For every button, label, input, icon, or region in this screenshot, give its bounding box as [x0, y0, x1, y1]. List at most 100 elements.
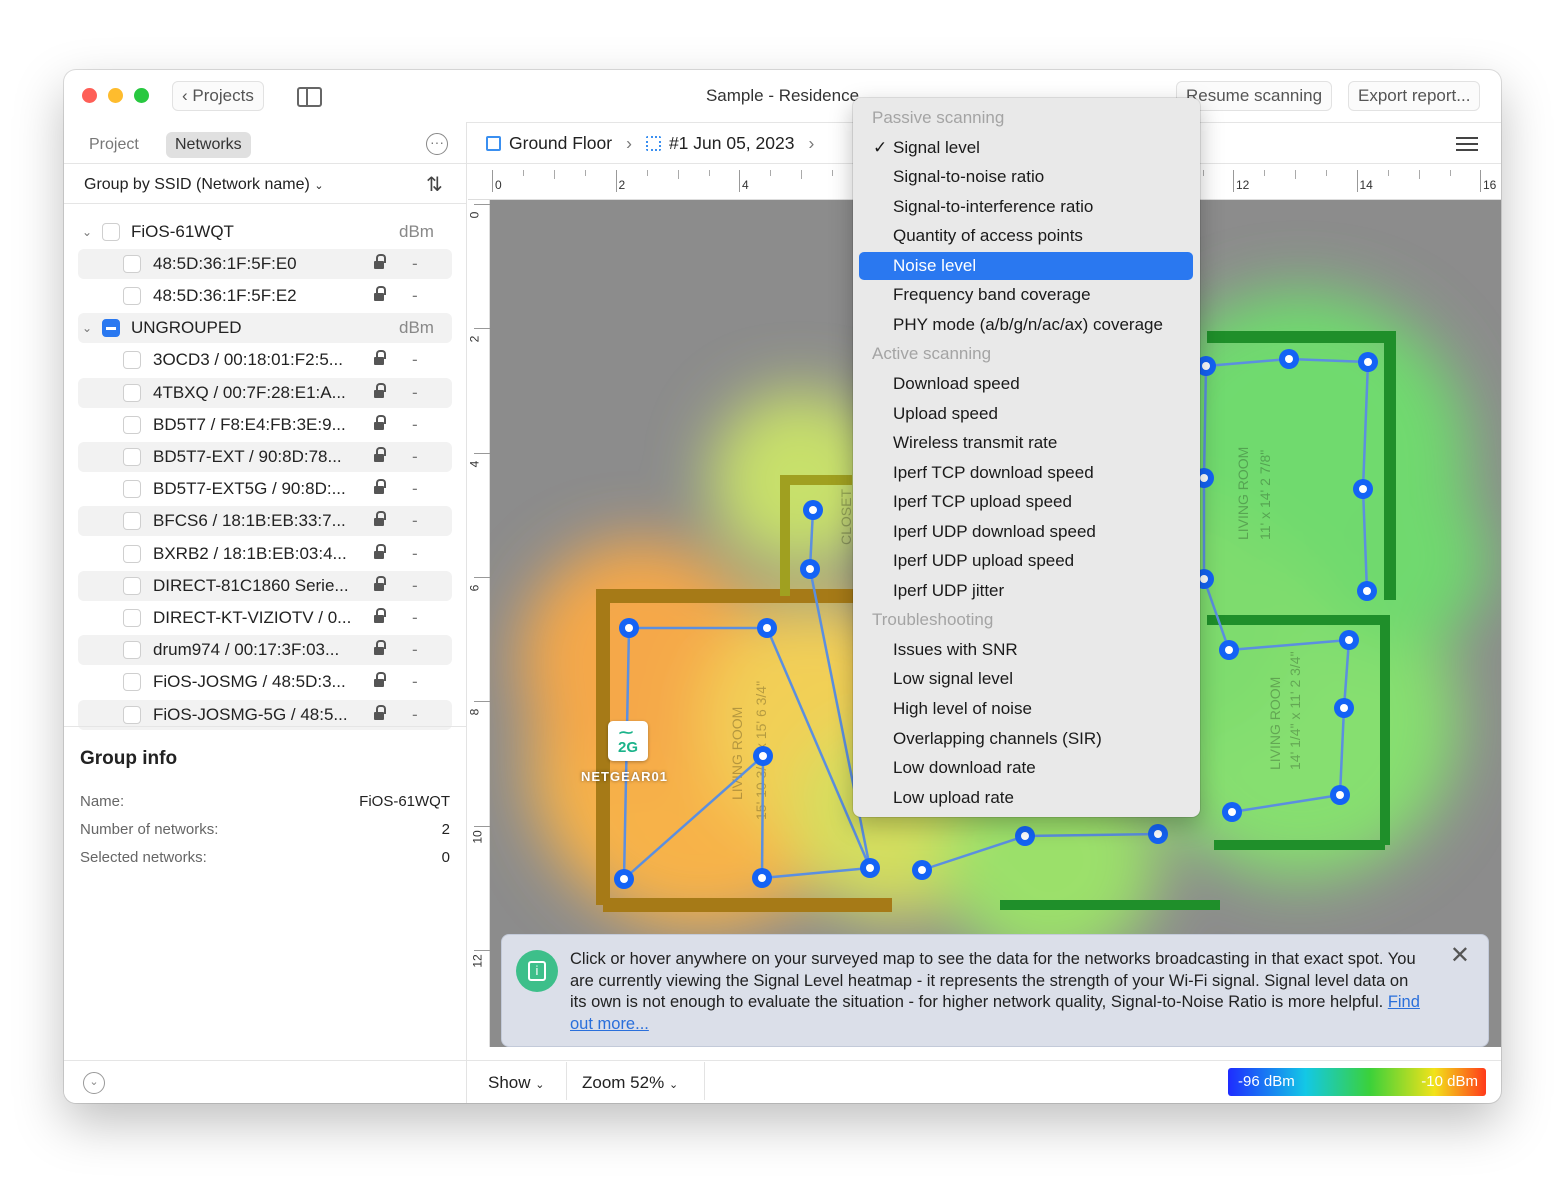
menu-item-label: Quantity of access points [893, 226, 1083, 246]
network-row[interactable]: BFCS6 / 18:1B:EB:33:7... - [78, 506, 452, 537]
survey-point-center [1359, 485, 1367, 493]
network-checkbox[interactable] [123, 673, 141, 692]
network-row[interactable]: 4TBXQ / 00:7F:28:E1:A... - [78, 377, 452, 408]
ruler-tick-label: 2 [467, 335, 482, 343]
menu-item[interactable]: Iperf TCP download speed [859, 459, 1193, 487]
survey-point-center [1345, 636, 1353, 644]
menu-item[interactable]: Quantity of access points [859, 222, 1193, 250]
show-dropdown[interactable]: Show ⌄ [488, 1073, 544, 1093]
network-name: BD5T7-EXT5G / 90:8D:... [153, 479, 346, 499]
menu-item[interactable]: Signal-to-noise ratio [859, 163, 1193, 191]
menu-item[interactable]: Low download rate [859, 754, 1193, 782]
network-checkbox[interactable] [123, 480, 141, 499]
survey-point-center [1285, 355, 1293, 363]
more-options-icon[interactable]: ··· [426, 133, 448, 155]
menu-item-label: Overlapping channels (SIR) [893, 728, 1102, 748]
signal-value: - [412, 447, 418, 466]
network-row[interactable]: 3OCD3 / 00:18:01:F2:5... - [78, 345, 452, 375]
network-checkbox[interactable] [123, 512, 141, 531]
ruler-tick-label: 8 [467, 708, 482, 716]
menu-item-label: Signal-to-noise ratio [893, 167, 1045, 187]
menu-item[interactable]: PHY mode (a/b/g/n/ac/ax) coverage [859, 311, 1193, 339]
network-name: BFCS6 / 18:1B:EB:33:7... [153, 511, 346, 531]
network-row[interactable]: drum974 / 00:17:3F:03... - [78, 635, 452, 666]
network-row[interactable]: 48:5D:36:1F:5F:E0 - [78, 249, 452, 279]
network-row[interactable]: BD5T7-EXT / 90:8D:78... - [78, 442, 452, 472]
menu-item-label: Upload speed [893, 403, 998, 423]
network-checkbox[interactable] [123, 448, 141, 466]
network-checkbox[interactable] [123, 544, 141, 563]
menu-item[interactable]: Iperf UDP upload speed [859, 547, 1193, 575]
network-checkbox[interactable] [123, 287, 141, 306]
network-row[interactable]: DIRECT-KT-VIZIOTV / 0... - [78, 603, 452, 633]
group-checkbox[interactable] [102, 319, 120, 338]
group-checkbox[interactable] [102, 223, 120, 241]
menu-item[interactable]: Signal-to-interference ratio [859, 193, 1193, 221]
settings-sliders-icon[interactable] [1456, 134, 1478, 154]
menu-item[interactable]: Low upload rate [859, 784, 1193, 812]
tab-project[interactable]: Project [80, 132, 148, 158]
network-group[interactable]: ⌄ FiOS-61WQT dBm [78, 217, 452, 247]
network-checkbox[interactable] [123, 705, 141, 724]
lock-icon [374, 447, 386, 463]
network-row[interactable]: 48:5D:36:1F:5F:E2 - [78, 281, 452, 311]
access-point-marker[interactable]: ⁓ 2G [608, 721, 648, 761]
network-row[interactable]: BD5T7-EXT5G / 90:8D:... - [78, 474, 452, 504]
network-row[interactable]: DIRECT-81C1860 Serie... - [78, 570, 452, 601]
menu-item[interactable]: Frequency band coverage [859, 281, 1193, 309]
menu-item[interactable]: Low signal level [859, 665, 1193, 693]
menu-item-label: Signal level [893, 137, 980, 157]
network-checkbox[interactable] [123, 609, 141, 627]
menu-item[interactable]: Download speed [859, 370, 1193, 398]
room-label: LIVING ROOM [1235, 447, 1251, 540]
network-name: BD5T7-EXT / 90:8D:78... [153, 447, 342, 466]
network-row[interactable]: BXRB2 / 18:1B:EB:03:4... - [78, 539, 452, 569]
tab-networks[interactable]: Networks [166, 132, 251, 158]
lock-icon [374, 608, 386, 624]
network-checkbox[interactable] [123, 576, 141, 595]
chevron-right-icon: › [626, 133, 632, 153]
network-checkbox[interactable] [123, 351, 141, 370]
network-name: 3OCD3 / 00:18:01:F2:5... [153, 350, 343, 370]
sort-icon[interactable]: ⇅ [426, 172, 443, 197]
chevron-down-icon[interactable]: ⌄ [82, 313, 92, 343]
chevron-down-icon[interactable]: ⌄ [82, 217, 92, 247]
close-banner-icon[interactable]: ✕ [1450, 944, 1470, 967]
expand-circle-icon[interactable]: ⌄ [83, 1072, 105, 1094]
menu-item[interactable]: Iperf TCP upload speed [859, 488, 1193, 516]
group-by-dropdown[interactable]: Group by SSID (Network name) ⌄ [84, 176, 324, 194]
network-checkbox[interactable] [123, 383, 141, 402]
survey-point-center [1363, 587, 1371, 595]
menu-item[interactable]: Upload speed [859, 400, 1193, 428]
ruler-tick-label: 0 [467, 211, 482, 219]
menu-item[interactable]: High level of noise [859, 695, 1193, 723]
lock-icon [374, 640, 386, 656]
network-name: 48:5D:36:1F:5F:E0 [153, 254, 297, 273]
menu-item[interactable]: ✓ Signal level [859, 134, 1193, 162]
menu-item[interactable]: Wireless transmit rate [859, 429, 1193, 457]
menu-item[interactable]: Issues with SNR [859, 636, 1193, 664]
menu-item-label: Noise level [893, 255, 977, 275]
room-label: 14' 1/4" x 11' 2 3/4" [1287, 651, 1303, 770]
menu-item[interactable]: Noise level [859, 251, 1193, 280]
survey-point-center [1336, 791, 1344, 799]
info-value: FiOS-61WQT [359, 793, 450, 810]
signal-value: - [412, 575, 418, 595]
network-row[interactable]: BD5T7 / F8:E4:FB:3E:9... - [78, 410, 452, 440]
breadcrumb-floor[interactable]: Ground Floor [509, 133, 612, 154]
info-value: 2 [441, 821, 450, 838]
zoom-dropdown[interactable]: Zoom 52% ⌄ [582, 1073, 678, 1093]
network-group[interactable]: ⌄ UNGROUPED dBm [78, 313, 452, 344]
network-checkbox[interactable] [123, 415, 141, 434]
menu-item[interactable]: Overlapping channels (SIR) [859, 725, 1193, 753]
network-checkbox[interactable] [123, 641, 141, 660]
menu-item[interactable]: Iperf UDP download speed [859, 518, 1193, 546]
menu-section-header: Active scanning [859, 340, 1193, 368]
network-row[interactable]: FiOS-JOSMG / 48:5D:3... - [78, 667, 452, 697]
breadcrumb-survey[interactable]: #1 Jun 05, 2023 [669, 133, 795, 154]
menu-item[interactable]: Iperf UDP jitter [859, 577, 1193, 605]
export-report-button[interactable]: Export report... [1348, 81, 1481, 111]
survey-point-center [918, 866, 926, 874]
signal-value: - [412, 350, 418, 370]
network-checkbox[interactable] [123, 255, 141, 273]
